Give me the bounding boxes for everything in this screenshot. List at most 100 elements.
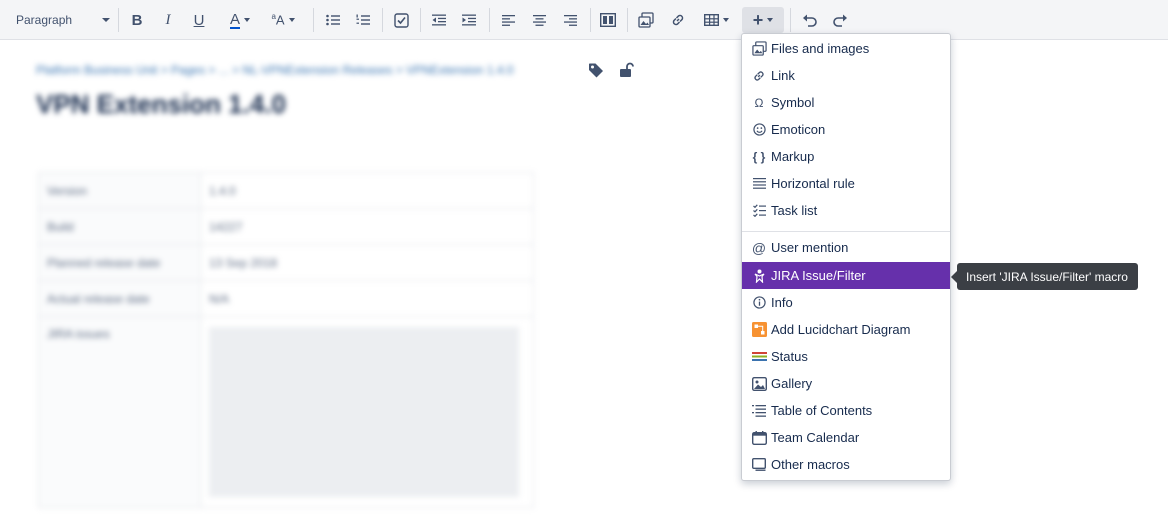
macros-icon	[751, 457, 767, 473]
tag-icon[interactable]	[588, 62, 604, 78]
redo-icon	[833, 14, 847, 27]
underline-button[interactable]: U	[189, 7, 209, 33]
paragraph-style-dropdown[interactable]: Paragraph	[10, 7, 116, 33]
jira-issues-macro-preview	[209, 327, 519, 497]
table-cell-value: N/A	[200, 280, 534, 317]
indent-button[interactable]	[459, 7, 479, 33]
menu-item-add-lucidchart-diagram[interactable]: Add Lucidchart Diagram	[742, 316, 950, 343]
chevron-down-icon	[102, 18, 110, 22]
table-cell-value	[200, 316, 534, 508]
smiley-icon	[751, 122, 767, 138]
menu-item-label: User mention	[771, 240, 849, 255]
italic-button[interactable]: I	[158, 7, 178, 33]
page-content: Platform Business Unit > Pages > ... > N…	[0, 41, 740, 516]
link-button[interactable]	[667, 7, 689, 33]
menu-item-emoticon[interactable]: Emoticon	[742, 116, 950, 143]
insert-more-menu: Files and images Link Ω Symbol Emoticon …	[741, 33, 951, 481]
at-icon: @	[751, 239, 767, 256]
numbered-list-button[interactable]	[353, 7, 373, 33]
menu-item-user-mention[interactable]: @ User mention	[742, 234, 950, 261]
table-cell-key: Planned release date	[38, 244, 201, 281]
page-layout-button[interactable]	[597, 7, 619, 33]
editor-toolbar: Paragraph B I U A aA +	[0, 0, 1168, 40]
chevron-down-icon	[288, 18, 295, 22]
bullet-list-button[interactable]	[323, 7, 343, 33]
menu-item-label: Status	[771, 349, 808, 364]
menu-item-jira-issue-filter[interactable]: JIRA Issue/Filter	[742, 262, 950, 289]
task-list-icon	[751, 203, 767, 219]
info-icon	[751, 295, 767, 311]
indent-icon	[462, 14, 476, 26]
toolbar-divider	[489, 8, 490, 32]
menu-divider	[742, 231, 950, 232]
menu-item-table-of-contents[interactable]: Table of Contents	[742, 397, 950, 424]
align-left-icon	[501, 14, 515, 26]
redo-button[interactable]	[829, 7, 851, 33]
lucidchart-icon	[751, 322, 767, 338]
table-row: Version 1.4.0	[38, 172, 534, 209]
menu-item-horizontal-rule[interactable]: Horizontal rule	[742, 170, 950, 197]
files-images-icon	[638, 12, 654, 28]
menu-item-link[interactable]: Link	[742, 62, 950, 89]
table-icon	[703, 14, 719, 26]
align-left-button[interactable]	[498, 7, 518, 33]
outdent-button[interactable]	[429, 7, 449, 33]
insert-more-button[interactable]: +	[742, 7, 784, 33]
undo-button[interactable]	[799, 7, 821, 33]
menu-item-label: Files and images	[771, 41, 870, 56]
bullet-list-icon	[326, 14, 340, 26]
align-right-button[interactable]	[560, 7, 580, 33]
table-cell-value: 14227	[200, 208, 534, 245]
table-row: JIRA issues	[38, 316, 534, 508]
menu-item-label: Emoticon	[771, 122, 826, 137]
menu-item-task-list[interactable]: Task list	[742, 197, 950, 224]
jira-macro-tooltip: Insert 'JIRA Issue/Filter' macro	[951, 263, 1138, 290]
paragraph-style-label: Paragraph	[16, 13, 73, 27]
text-size-icon: aA	[271, 12, 285, 28]
toolbar-divider	[790, 8, 791, 32]
menu-item-label: Gallery	[771, 376, 813, 391]
menu-item-markup[interactable]: { } Markup	[742, 143, 950, 170]
table-cell-value: 13 Sep 2018	[200, 244, 534, 281]
toolbar-divider	[590, 8, 591, 32]
link-icon	[672, 14, 684, 26]
menu-item-other-macros[interactable]: Other macros	[742, 451, 950, 478]
menu-item-status[interactable]: Status	[742, 343, 950, 370]
toolbar-divider	[118, 8, 119, 32]
table-row: Build 14227	[38, 208, 534, 245]
checkbox-icon	[393, 12, 409, 28]
text-size-button[interactable]: aA	[266, 7, 300, 33]
menu-item-label: Markup	[771, 149, 815, 164]
page-layout-icon	[600, 13, 616, 27]
menu-item-label: JIRA Issue/Filter	[771, 268, 866, 283]
menu-item-label: Add Lucidchart Diagram	[771, 322, 911, 337]
files-images-button[interactable]	[635, 7, 657, 33]
toolbar-divider	[627, 8, 628, 32]
release-table: Version 1.4.0 Build 14227 Planned release …	[38, 172, 534, 508]
unlock-icon[interactable]	[618, 62, 634, 78]
menu-item-label: Table of Contents	[771, 403, 873, 418]
page-meta-icons	[588, 62, 634, 78]
braces-icon: { }	[752, 149, 766, 164]
page-title[interactable]: VPN Extension 1.4.0	[36, 89, 286, 120]
table-cell-key: JIRA issues	[38, 316, 201, 508]
bold-button[interactable]: B	[127, 7, 147, 33]
menu-item-label: Symbol	[771, 95, 815, 110]
align-center-button[interactable]	[529, 7, 549, 33]
plus-icon: +	[752, 10, 764, 30]
task-list-button[interactable]	[390, 7, 412, 33]
menu-item-gallery[interactable]: Gallery	[742, 370, 950, 397]
menu-item-label: Other macros	[771, 457, 850, 472]
menu-item-symbol[interactable]: Ω Symbol	[742, 89, 950, 116]
text-color-button[interactable]: A	[220, 7, 260, 33]
table-button[interactable]	[698, 7, 734, 33]
menu-item-info[interactable]: Info	[742, 289, 950, 316]
numbered-list-icon	[356, 14, 370, 25]
calendar-icon	[751, 430, 767, 446]
breadcrumb[interactable]: Platform Business Unit > Pages > ... > N…	[36, 63, 514, 77]
menu-item-team-calendar[interactable]: Team Calendar	[742, 424, 950, 451]
chevron-down-icon	[722, 18, 729, 22]
undo-icon	[803, 14, 817, 27]
align-center-icon	[532, 14, 546, 26]
menu-item-files-and-images[interactable]: Files and images	[742, 35, 950, 62]
